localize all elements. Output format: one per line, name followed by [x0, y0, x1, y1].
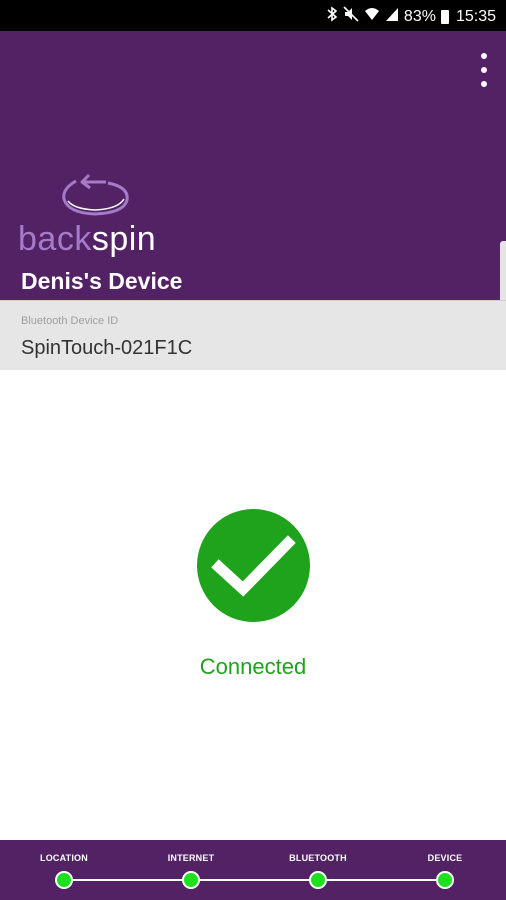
device-id-panel: Bluetooth Device ID SpinTouch-021F1C: [0, 300, 506, 370]
step-complete-icon: [309, 871, 327, 889]
progress-step-location: LOCATION: [14, 840, 114, 900]
setup-progress-bar: LOCATION INTERNET BLUETOOTH DEVICE: [0, 840, 506, 900]
step-label: INTERNET: [167, 853, 215, 863]
connection-status-text: Connected: [199, 654, 307, 679]
battery-percent: 83%: [403, 7, 436, 25]
step-label: BLUETOOTH: [289, 853, 347, 863]
step-complete-icon: [436, 871, 454, 889]
app-header: backspin Denis's Device: [0, 31, 506, 300]
check-circle-icon: [197, 509, 310, 622]
step-complete-icon: [55, 871, 73, 889]
logo-wordmark: backspin: [18, 221, 156, 257]
progress-step-bluetooth: BLUETOOTH: [268, 840, 368, 900]
device-id-label: Bluetooth Device ID: [21, 315, 119, 327]
mute-icon: [343, 6, 359, 27]
logo-spin-text: spin: [91, 220, 157, 258]
step-label: LOCATION: [40, 853, 88, 863]
more-options-button[interactable]: [476, 53, 492, 87]
device-id-value: SpinTouch-021F1C: [21, 337, 193, 359]
step-complete-icon: [182, 871, 200, 889]
logo-back-text: back: [18, 220, 92, 258]
clock: 15:35: [455, 7, 496, 25]
menu-dot: [481, 81, 487, 87]
logo-spin-arc-icon: [62, 173, 129, 216]
status-bar: 83% 15:35: [0, 0, 506, 31]
more-vertical-icon: [481, 53, 487, 59]
battery-icon: [440, 9, 449, 24]
progress-step-internet: INTERNET: [141, 840, 241, 900]
status-icons: 83% 15:35: [326, 6, 496, 27]
connection-status-area: Connected: [0, 370, 506, 840]
progress-step-device: DEVICE: [395, 840, 495, 900]
wifi-icon: [364, 6, 380, 27]
device-name-title: Denis's Device: [21, 268, 183, 294]
signal-icon: [385, 6, 399, 27]
menu-dot: [481, 67, 487, 73]
step-label: DEVICE: [427, 853, 463, 863]
progress-line: [64, 879, 444, 881]
bluetooth-icon: [326, 6, 338, 27]
